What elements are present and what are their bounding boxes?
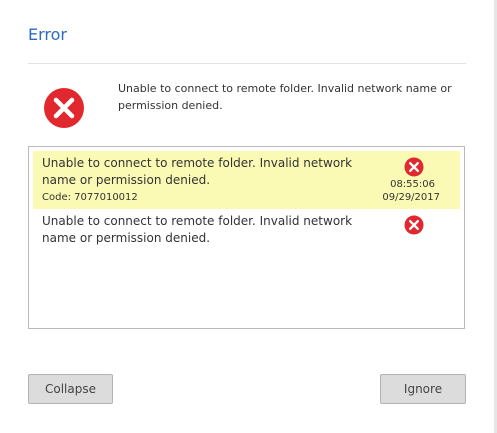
error-x-icon xyxy=(44,88,84,128)
error-dialog: Error Unable to connect to remote folder… xyxy=(0,0,497,433)
error-list-item[interactable]: Unable to connect to remote folder. Inva… xyxy=(33,151,460,209)
error-x-icon xyxy=(404,157,424,177)
error-time: 08:55:06 xyxy=(390,179,435,190)
error-message: Unable to connect to remote folder. Inva… xyxy=(42,214,353,245)
dialog-title: Error xyxy=(28,25,67,44)
error-list[interactable]: Unable to connect to remote folder. Inva… xyxy=(28,146,465,329)
collapse-button[interactable]: Collapse xyxy=(28,374,113,404)
ignore-button[interactable]: Ignore xyxy=(380,374,466,404)
error-summary: Unable to connect to remote folder. Inva… xyxy=(118,82,452,112)
error-x-icon xyxy=(404,215,424,235)
error-list-item[interactable]: Unable to connect to remote folder. Inva… xyxy=(33,209,460,249)
error-date: 09/29/2017 xyxy=(382,192,440,203)
title-divider xyxy=(28,63,466,64)
error-message: Unable to connect to remote folder. Inva… xyxy=(42,156,353,187)
error-code: Code: 7077010012 xyxy=(42,192,138,203)
